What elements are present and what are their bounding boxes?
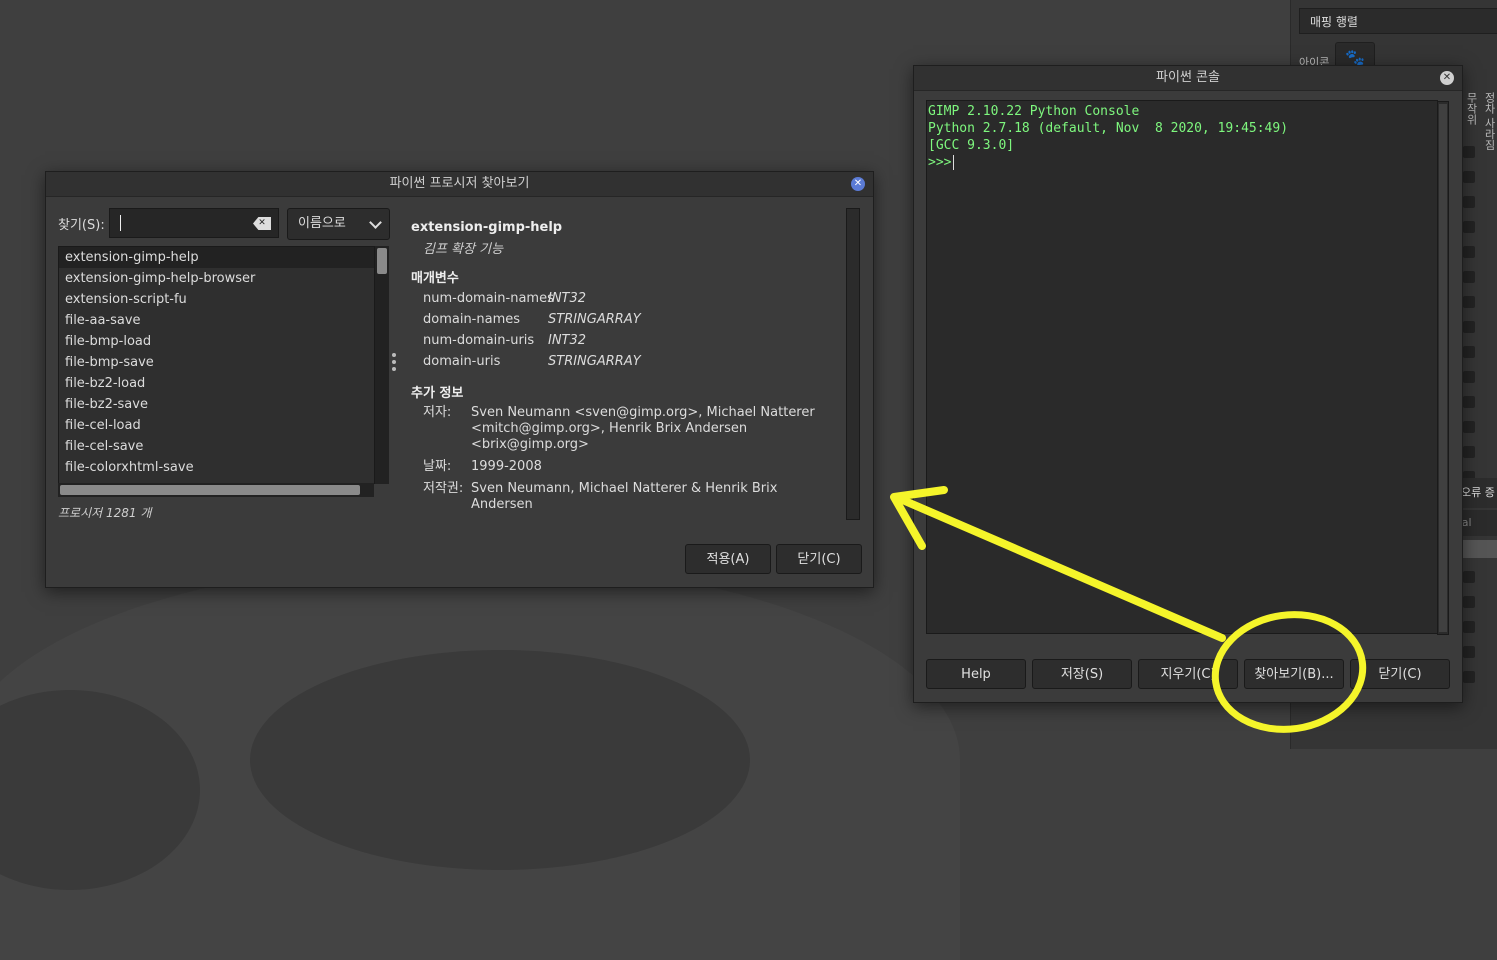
list-item[interactable]: file-bmp-save — [59, 352, 374, 373]
option-checkbox[interactable] — [1463, 446, 1475, 458]
search-label: 찾기(S): — [58, 218, 105, 233]
fade-vertical-label: 정차 사라짐 — [1483, 92, 1496, 151]
text-cursor — [120, 215, 121, 231]
date-value: 1999-2008 — [471, 459, 542, 474]
param-row: num-domain-namesINT32 — [411, 288, 851, 309]
checkbox-column — [1463, 146, 1497, 696]
console-titlebar[interactable]: 파이썬 콘솔 ✕ — [914, 66, 1462, 91]
list-vertical-scrollbar[interactable] — [375, 246, 389, 484]
option-checkbox[interactable] — [1463, 271, 1475, 283]
option-checkbox[interactable] — [1463, 146, 1475, 158]
list-item[interactable]: extension-gimp-help-browser — [59, 268, 374, 289]
author-value: Sven Neumann <sven@gimp.org>, Michael Na… — [471, 405, 815, 452]
procedure-list[interactable]: extension-gimp-help extension-gimp-help-… — [58, 246, 375, 484]
console-output[interactable]: GIMP 2.10.22 Python Console Python 2.7.1… — [926, 100, 1438, 634]
close-icon[interactable]: ✕ — [1440, 71, 1454, 85]
option-checkbox[interactable] — [1463, 646, 1475, 658]
search-mode-value: 이름으로 — [298, 216, 346, 231]
browser-titlebar[interactable]: 파이썬 프로시저 찾아보기 ✕ — [46, 172, 873, 197]
option-checkbox[interactable] — [1463, 621, 1475, 633]
browse-button[interactable]: 찾아보기(B)... — [1244, 659, 1344, 689]
browser-close-button[interactable]: 닫기(C) — [776, 544, 862, 574]
mapping-matrix-combo[interactable]: 매핑 행렬 — [1299, 8, 1497, 34]
prompt-text: >>> — [928, 155, 952, 170]
console-line: [GCC 9.3.0] — [928, 138, 1015, 153]
option-checkbox[interactable] — [1463, 171, 1475, 183]
param-row: domain-names STRINGARRAY — [411, 309, 851, 330]
search-input[interactable]: ✕ — [109, 208, 279, 238]
canvas-background-shape — [250, 650, 750, 870]
procedure-detail: extension-gimp-help 김프 확장 기능 매개변수 num-do… — [411, 220, 851, 519]
list-item[interactable]: file-bz2-load — [59, 373, 374, 394]
param-row: num-domain-uris INT32 — [411, 330, 851, 351]
option-checkbox[interactable] — [1463, 296, 1475, 308]
option-checkbox[interactable] — [1463, 596, 1475, 608]
list-item[interactable]: file-cel-save — [59, 436, 374, 457]
console-line: GIMP 2.10.22 Python Console — [928, 104, 1140, 119]
apply-button[interactable]: 적용(A) — [685, 544, 771, 574]
list-item[interactable]: file-bz2-save — [59, 394, 374, 415]
procedure-browser-window: 파이썬 프로시저 찾아보기 ✕ 찾기(S): ✕ 이름으로 extension-… — [45, 171, 874, 588]
list-item[interactable]: extension-script-fu — [59, 289, 374, 310]
param-name: domain-uris — [423, 354, 501, 369]
list-horizontal-scrollbar[interactable] — [58, 483, 374, 497]
browser-title: 파이썬 프로시저 찾아보기 — [389, 176, 530, 191]
option-checkbox[interactable] — [1463, 371, 1475, 383]
dock-slider[interactable] — [1461, 540, 1497, 558]
help-button[interactable]: Help — [926, 659, 1026, 689]
list-item[interactable]: file-bmp-load — [59, 331, 374, 352]
pane-resize-handle[interactable] — [392, 353, 396, 374]
param-name: num-domain-names — [423, 291, 554, 306]
console-scroll-thumb[interactable] — [1439, 104, 1447, 632]
info-heading: 추가 정보 — [411, 386, 464, 401]
procedure-blurb: 김프 확장 기능 — [423, 242, 504, 257]
copyright-value: Sven Neumann, Michael Natterer & Henrik … — [471, 481, 778, 512]
console-scrollbar[interactable] — [1437, 101, 1449, 635]
option-checkbox[interactable] — [1463, 246, 1475, 258]
params-heading: 매개변수 — [411, 271, 459, 286]
option-checkbox[interactable] — [1463, 196, 1475, 208]
error-toggle[interactable]: 오류 증 — [1461, 478, 1497, 508]
option-checkbox[interactable] — [1463, 396, 1475, 408]
param-type: INT32 — [548, 291, 587, 306]
date-key: 날짜: — [423, 459, 452, 474]
console-line: Python 2.7.18 (default, Nov 8 2020, 19:4… — [928, 121, 1289, 136]
param-row: domain-uris STRINGARRAY — [411, 351, 851, 372]
list-item[interactable]: extension-gimp-help — [59, 247, 374, 268]
option-checkbox[interactable] — [1463, 421, 1475, 433]
list-item[interactable]: file-aa-save — [59, 310, 374, 331]
option-checkbox[interactable] — [1463, 571, 1475, 583]
console-title: 파이썬 콘솔 — [1156, 70, 1220, 85]
option-checkbox[interactable] — [1463, 221, 1475, 233]
param-name: num-domain-uris — [423, 333, 535, 348]
info-block: 저자: Sven Neumann <sven@gimp.org>, Michael… — [411, 405, 851, 513]
chevron-down-icon — [369, 216, 382, 229]
procedure-name: extension-gimp-help — [411, 220, 563, 235]
param-type: INT32 — [548, 333, 587, 348]
author-key: 저자: — [423, 405, 452, 420]
param-name: domain-names — [423, 312, 521, 327]
scroll-thumb[interactable] — [60, 485, 360, 495]
list-item[interactable]: file-cel-load — [59, 415, 374, 436]
option-checkbox[interactable] — [1463, 671, 1475, 683]
clear-button[interactable]: 지우기(C) — [1138, 659, 1238, 689]
search-mode-combo[interactable]: 이름으로 — [287, 208, 390, 240]
procedure-count: 프로시저 1281 개 — [58, 506, 152, 520]
python-console-window: 파이썬 콘솔 ✕ GIMP 2.10.22 Python Console Pyt… — [913, 65, 1463, 703]
param-type: STRINGARRAY — [548, 312, 641, 327]
option-checkbox[interactable] — [1463, 346, 1475, 358]
detail-scrollbar[interactable] — [846, 208, 860, 520]
random-vertical-label: 무작위 — [1465, 92, 1478, 125]
console-prompt[interactable]: >>> — [927, 154, 1437, 171]
scroll-thumb[interactable] — [377, 248, 387, 274]
option-checkbox[interactable] — [1463, 321, 1475, 333]
copyright-key: 저작권: — [423, 481, 464, 496]
close-icon[interactable]: ✕ — [851, 177, 865, 191]
param-type: STRINGARRAY — [548, 354, 641, 369]
text-cursor — [953, 155, 955, 170]
list-item[interactable]: file-colorxhtml-save — [59, 457, 374, 478]
save-button[interactable]: 저장(S) — [1032, 659, 1132, 689]
clear-search-icon[interactable]: ✕ — [253, 217, 271, 230]
console-close-button[interactable]: 닫기(C) — [1350, 659, 1450, 689]
